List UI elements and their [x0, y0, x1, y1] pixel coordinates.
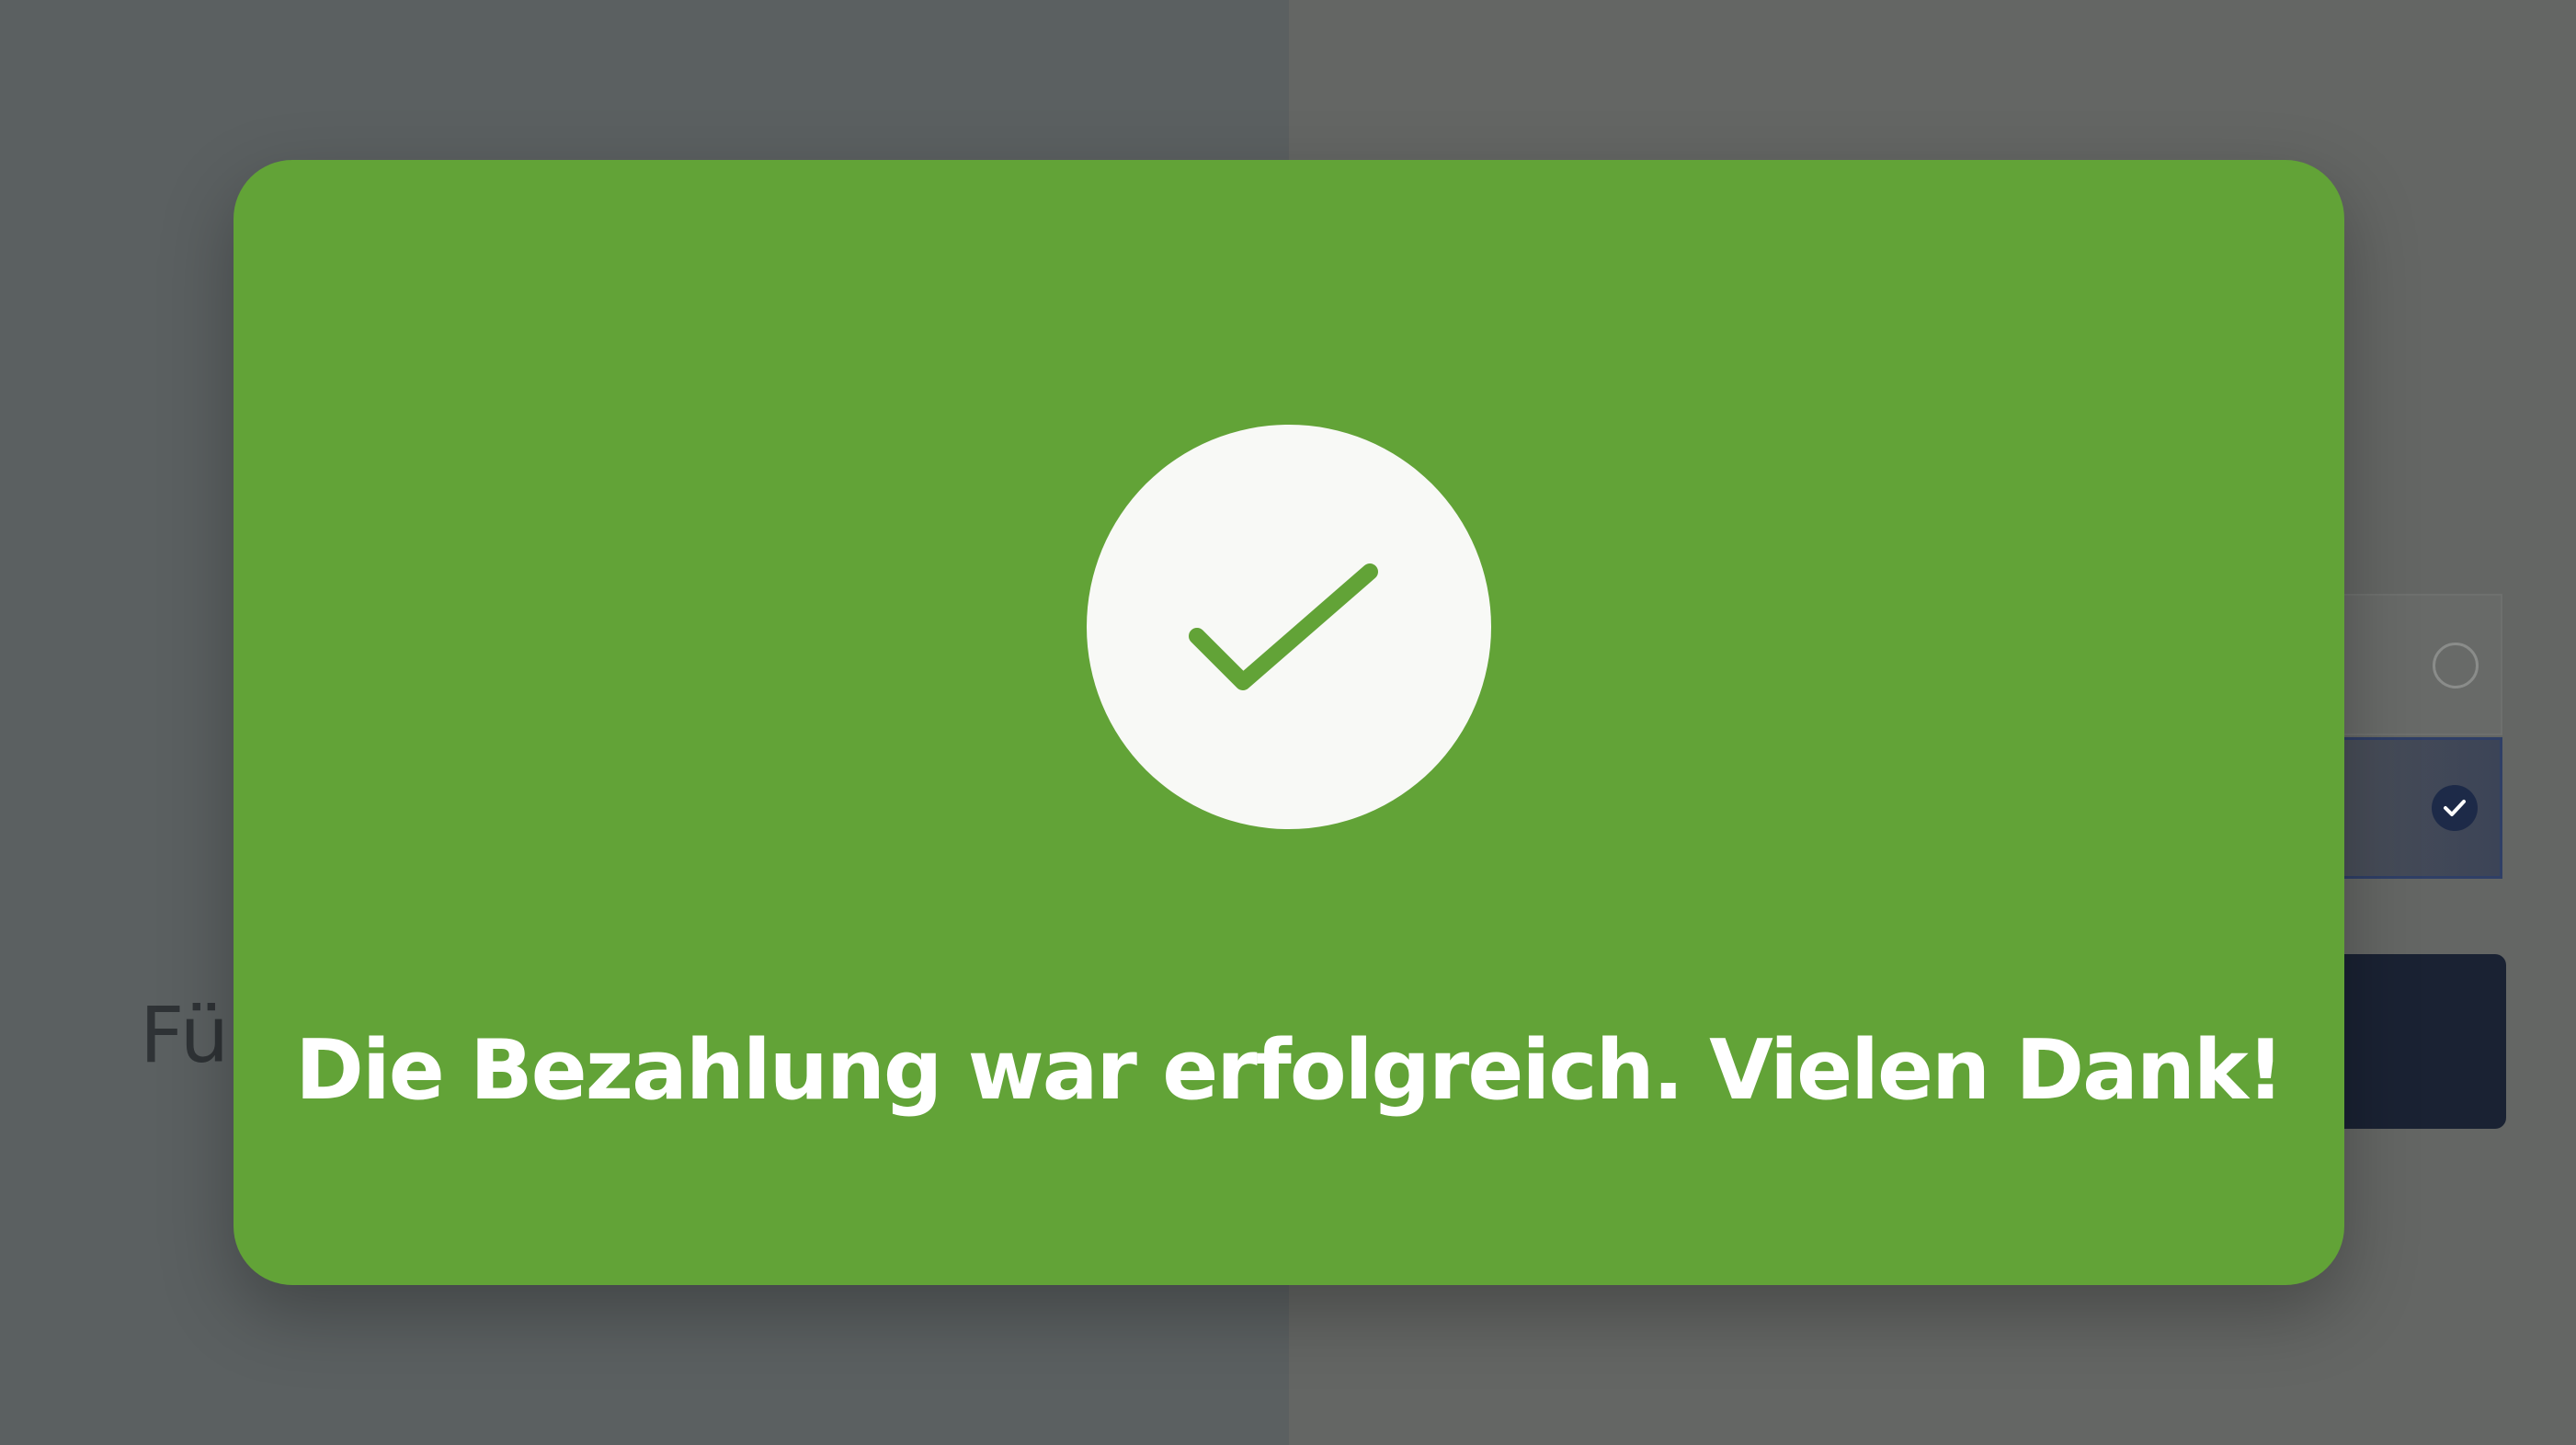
success-circle	[1087, 425, 1491, 829]
radio-unchecked-icon[interactable]	[2433, 643, 2479, 688]
radio-checked-icon[interactable]	[2432, 785, 2478, 831]
payment-success-modal: Die Bezahlung war erfolgreich. Vielen Da…	[234, 160, 2344, 1285]
success-message: Die Bezahlung war erfolgreich. Vielen Da…	[295, 1022, 2285, 1119]
payment-page: Für n Die Bezahlung war erfolgreich. Vie…	[0, 0, 2576, 1445]
checkmark-icon	[1189, 563, 1378, 690]
